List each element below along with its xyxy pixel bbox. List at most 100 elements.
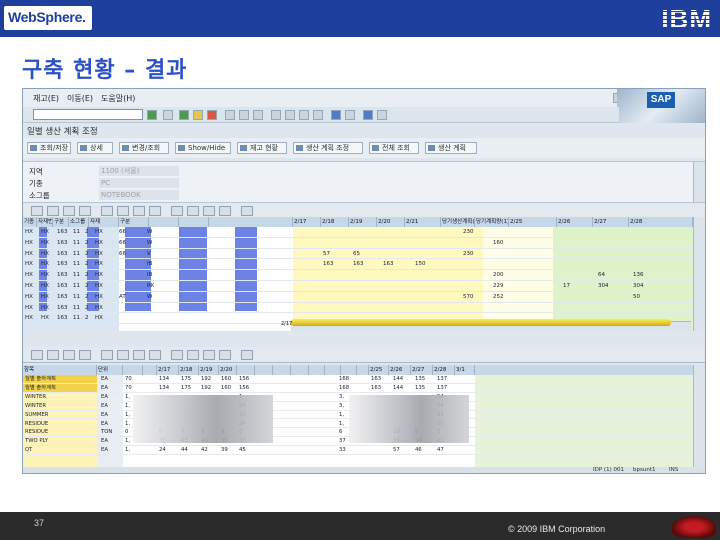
filter-icon[interactable] bbox=[117, 206, 129, 216]
grid2-column-header[interactable]: 2/20 bbox=[219, 365, 237, 375]
last-page-icon[interactable] bbox=[313, 110, 323, 120]
grid1-column-header[interactable]: 2/20 bbox=[377, 217, 405, 227]
grid2-column-header[interactable] bbox=[341, 365, 357, 375]
grid2-column-header[interactable] bbox=[325, 365, 341, 375]
find-icon[interactable] bbox=[47, 206, 59, 216]
grid1-column-header[interactable]: 구분 bbox=[119, 217, 149, 227]
layout-icon[interactable] bbox=[377, 110, 387, 120]
grid1-column-header[interactable]: 2/26 bbox=[557, 217, 593, 227]
sort-asc-icon[interactable] bbox=[79, 350, 91, 360]
grid2-column-header[interactable] bbox=[309, 365, 325, 375]
grid2-column-header[interactable]: 2/25 bbox=[369, 365, 389, 375]
grid1-column-header[interactable] bbox=[209, 217, 293, 227]
grid1-column-header[interactable]: 자재번호 bbox=[37, 217, 53, 227]
grid2-column-header[interactable] bbox=[291, 365, 309, 375]
grid1-column-header[interactable]: 당기계획량(1) bbox=[475, 217, 509, 227]
plan-adjust-button[interactable]: 생산 계획 조정 bbox=[293, 142, 363, 154]
menu-item-inventory[interactable]: 재고(E) bbox=[33, 93, 59, 104]
subgroup-field[interactable]: NOTEBOOK bbox=[99, 190, 179, 200]
production-plan-button[interactable]: 생산 계획 bbox=[425, 142, 477, 154]
grid1-column-header[interactable]: 2/27 bbox=[593, 217, 629, 227]
table-row[interactable]: HX HX 163 11 2 HX RK 229 17 304 304 bbox=[23, 281, 693, 292]
print-icon[interactable] bbox=[171, 206, 183, 216]
subtotal-icon[interactable] bbox=[149, 350, 161, 360]
grid2-column-header[interactable]: 항목 bbox=[23, 365, 97, 375]
grid1-column-header[interactable]: 당기생산계획(2) bbox=[441, 217, 475, 227]
grid1-column-header[interactable]: 2/21 bbox=[405, 217, 441, 227]
grid1-column-header[interactable] bbox=[179, 217, 209, 227]
full-view-button[interactable]: 전체 조회 bbox=[369, 142, 419, 154]
table-row[interactable]: 월별 출하계획 EA 70 134 175 192 160 156 168 163 144 135 13… bbox=[23, 375, 693, 384]
menu-item-help[interactable]: 도움말(H) bbox=[101, 93, 135, 104]
sum-icon[interactable] bbox=[133, 350, 145, 360]
grid1-column-header[interactable]: 2/28 bbox=[629, 217, 693, 227]
grid2-column-header[interactable] bbox=[123, 365, 143, 375]
details-icon[interactable] bbox=[31, 206, 43, 216]
graphic-icon[interactable] bbox=[219, 206, 231, 216]
grid1-column-header[interactable]: 2/25 bbox=[509, 217, 557, 227]
shortcut-icon[interactable] bbox=[345, 110, 355, 120]
table-row[interactable]: QT EA 1, 24 44 42 39 45 33 57 46 47 bbox=[23, 446, 693, 456]
grid2-column-header[interactable]: 3/1 bbox=[455, 365, 475, 375]
table-row[interactable]: HX HX 163 11 2 HX 66 V 57 65 230 bbox=[23, 249, 693, 260]
menu-item-move[interactable]: 이동(E) bbox=[67, 93, 93, 104]
change-view-button[interactable]: 변경/조회 bbox=[119, 142, 169, 154]
print-icon[interactable] bbox=[171, 350, 183, 360]
grid1-column-header[interactable]: 소그룹 bbox=[69, 217, 89, 227]
grid2-column-header[interactable]: 2/27 bbox=[411, 365, 433, 375]
table-row[interactable]: HX HX 163 11 2 HX AT W 570 252 50 bbox=[23, 292, 693, 303]
info-icon[interactable] bbox=[241, 206, 253, 216]
graphic-icon[interactable] bbox=[219, 350, 231, 360]
grid2-vertical-scrollbar[interactable] bbox=[693, 365, 705, 469]
grid2-column-header[interactable]: 2/28 bbox=[433, 365, 455, 375]
export-icon[interactable] bbox=[187, 206, 199, 216]
find-icon[interactable] bbox=[47, 350, 59, 360]
grid1-vertical-scrollbar[interactable] bbox=[693, 217, 705, 331]
sum-icon[interactable] bbox=[133, 206, 145, 216]
first-page-icon[interactable] bbox=[271, 110, 281, 120]
query-save-button[interactable]: 조회/저장 bbox=[27, 142, 71, 154]
find-next-icon[interactable] bbox=[253, 110, 263, 120]
sort-desc-icon[interactable] bbox=[101, 206, 113, 216]
grid2-column-header[interactable] bbox=[357, 365, 369, 375]
command-field[interactable] bbox=[33, 109, 143, 120]
save-icon[interactable] bbox=[163, 110, 173, 120]
grid2-column-header[interactable]: 2/26 bbox=[389, 365, 411, 375]
table-row[interactable]: HX HX 163 11 2 HX 66 W 230 bbox=[23, 227, 693, 238]
enter-icon[interactable] bbox=[147, 110, 157, 120]
sort-desc-icon[interactable] bbox=[101, 350, 113, 360]
grid2-column-header[interactable] bbox=[255, 365, 273, 375]
next-page-icon[interactable] bbox=[299, 110, 309, 120]
layout-icon[interactable] bbox=[203, 350, 215, 360]
grid1-column-header[interactable]: 구분 bbox=[53, 217, 69, 227]
print-icon[interactable] bbox=[225, 110, 235, 120]
grid2-column-header[interactable]: 단위 bbox=[97, 365, 123, 375]
back-icon[interactable] bbox=[179, 110, 189, 120]
grid2-column-header[interactable]: 2/18 bbox=[179, 365, 199, 375]
model-field[interactable]: PC bbox=[99, 178, 179, 188]
cancel-icon[interactable] bbox=[207, 110, 217, 120]
find-icon[interactable] bbox=[239, 110, 249, 120]
details-icon[interactable] bbox=[31, 350, 43, 360]
grid1-column-header[interactable]: 2/18 bbox=[321, 217, 349, 227]
region-field[interactable]: 1100 (서울) bbox=[99, 166, 179, 176]
table-row[interactable]: HX HX 163 11 2 HX IB 200 64 136 bbox=[23, 270, 693, 281]
grid2-column-header[interactable] bbox=[237, 365, 255, 375]
detail-button[interactable]: 상세 bbox=[77, 142, 113, 154]
exit-icon[interactable] bbox=[193, 110, 203, 120]
show-hide-button[interactable]: Show/Hide bbox=[175, 142, 231, 154]
grid1-column-header[interactable]: 기종 bbox=[23, 217, 37, 227]
grid1-column-header[interactable]: 2/19 bbox=[349, 217, 377, 227]
layout-icon[interactable] bbox=[203, 206, 215, 216]
table-row[interactable]: HX HX 163 11 2 HX IB 163 163 163 150 bbox=[23, 259, 693, 271]
selection-scrollbar[interactable] bbox=[693, 162, 705, 202]
find-next-icon[interactable] bbox=[63, 206, 75, 216]
grid2-column-header[interactable] bbox=[273, 365, 291, 375]
help-icon[interactable] bbox=[363, 110, 373, 120]
stock-status-button[interactable]: 재고 현황 bbox=[237, 142, 287, 154]
export-icon[interactable] bbox=[187, 350, 199, 360]
sort-asc-icon[interactable] bbox=[79, 206, 91, 216]
previous-page-icon[interactable] bbox=[285, 110, 295, 120]
create-session-icon[interactable] bbox=[331, 110, 341, 120]
grid1-column-header[interactable]: 자재 bbox=[89, 217, 119, 227]
